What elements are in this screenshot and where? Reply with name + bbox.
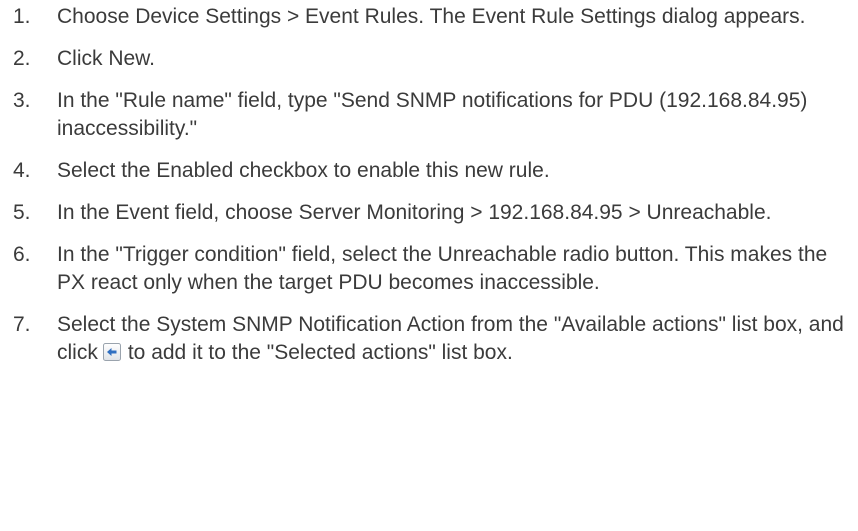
step-number: 4. — [13, 159, 31, 182]
step-number: 6. — [13, 243, 31, 266]
step-number: 5. — [13, 201, 31, 224]
step-text-after: to add it to the "Selected actions" list… — [127, 341, 513, 364]
list-item: 7. Select the System SNMP Notification A… — [0, 311, 858, 367]
step-text: In the Event field, choose Server Monito… — [57, 201, 772, 224]
step-text: Select the Enabled checkbox to enable th… — [57, 159, 550, 182]
list-item: 4. Select the Enabled checkbox to enable… — [0, 157, 858, 185]
steps-list: 1. Choose Device Settings > Event Rules.… — [0, 3, 858, 381]
step-text: Click New. — [57, 47, 156, 70]
step-text: In the "Trigger condition" field, select… — [57, 243, 828, 294]
add-arrow-icon — [102, 341, 121, 361]
list-item: 5. In the Event field, choose Server Mon… — [0, 199, 858, 227]
step-text: In the "Rule name" field, type "Send SNM… — [57, 89, 808, 140]
step-number: 3. — [13, 89, 31, 112]
list-item: 2. Click New. — [0, 45, 858, 73]
list-item: 6. In the "Trigger condition" field, sel… — [0, 241, 858, 297]
step-number: 7. — [13, 313, 31, 336]
list-item: 1. Choose Device Settings > Event Rules.… — [0, 3, 858, 31]
step-text: Choose Device Settings > Event Rules. Th… — [57, 5, 806, 28]
step-number: 1. — [13, 5, 31, 28]
step-number: 2. — [13, 47, 31, 70]
list-item: 3. In the "Rule name" field, type "Send … — [0, 87, 858, 143]
